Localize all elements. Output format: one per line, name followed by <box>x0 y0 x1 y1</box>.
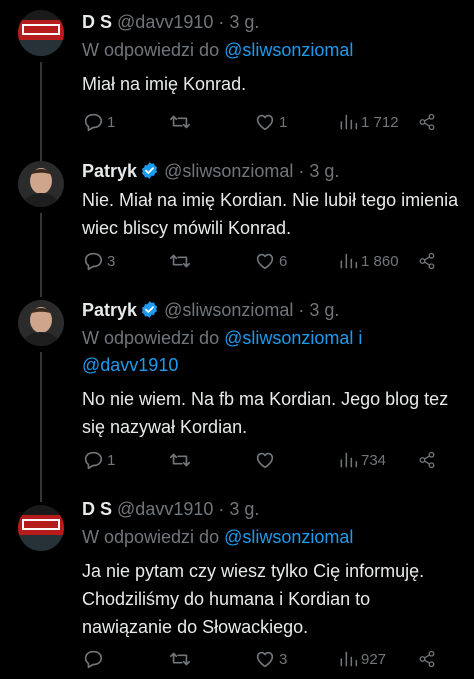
user-handle[interactable]: @sliwsonziomal <box>164 161 293 181</box>
timestamp[interactable]: 3 g. <box>229 12 259 32</box>
heart-icon <box>256 651 274 668</box>
tweet-text: Ja nie pytam czy wiesz tylko Cię informu… <box>82 561 425 637</box>
separator-dot: · <box>298 161 305 181</box>
tweet-actions: 3 6 1 860 <box>82 249 460 273</box>
retweet-icon <box>170 652 190 666</box>
views-button[interactable]: 1 712 <box>338 110 399 134</box>
share-icon <box>419 650 435 668</box>
avatar[interactable] <box>18 10 64 56</box>
tweet-header: Patryk @sliwsonziomal · 3 g. <box>82 298 460 322</box>
reply-button[interactable]: 1 <box>82 110 115 134</box>
tweet-header: Patryk @sliwsonziomal · 3 g. <box>82 159 460 183</box>
like-button[interactable]: 3 <box>254 647 287 671</box>
reply-button[interactable] <box>82 647 107 671</box>
mention-link[interactable]: @sliwsonziomal <box>224 328 353 348</box>
share-icon <box>419 113 435 131</box>
verified-badge-icon[interactable] <box>140 161 159 180</box>
reply-context: W odpowiedzi do @sliwsonziomal <box>82 37 460 64</box>
views-count: 927 <box>361 650 387 668</box>
heart-icon <box>256 452 274 469</box>
retweet-button[interactable] <box>168 647 195 671</box>
tweet-actions: 1 1 1 712 <box>82 110 460 134</box>
mention-link[interactable]: @sliwsonziomal <box>224 40 353 60</box>
mention-joiner: i <box>358 328 363 348</box>
tweet-actions: 3 927 <box>82 647 460 671</box>
retweet-icon <box>170 453 190 467</box>
retweet-icon <box>170 115 190 129</box>
heart-icon <box>256 253 274 270</box>
retweet-icon <box>170 254 190 268</box>
tweet-header: D S @davv1910 · 3 g. <box>82 10 460 34</box>
views-count: 1 860 <box>361 252 399 270</box>
mention-link[interactable]: @davv1910 <box>82 355 178 375</box>
display-name[interactable]: D S <box>82 12 112 32</box>
timestamp[interactable]: 3 g. <box>309 161 339 181</box>
display-name[interactable]: Patryk <box>82 300 137 320</box>
views-count: 734 <box>361 451 387 469</box>
reply-prefix: W odpowiedzi do <box>82 328 220 348</box>
user-handle[interactable]: @davv1910 <box>117 499 213 519</box>
views-count: 1 712 <box>361 113 399 131</box>
views-icon <box>340 651 358 667</box>
reply-context: W odpowiedzi do @sliwsonziomal i @davv19… <box>82 325 460 379</box>
views-button[interactable]: 927 <box>338 647 386 671</box>
timestamp[interactable]: 3 g. <box>229 499 259 519</box>
reply-context: W odpowiedzi do @sliwsonziomal <box>82 524 460 551</box>
reply-count: 1 <box>107 451 116 469</box>
display-name[interactable]: Patryk <box>82 161 137 181</box>
retweet-button[interactable] <box>168 249 195 273</box>
avatar[interactable] <box>18 300 64 346</box>
views-button[interactable]: 1 860 <box>338 249 399 273</box>
like-button[interactable] <box>254 448 279 472</box>
share-button[interactable] <box>418 647 436 671</box>
thread-line <box>40 352 42 502</box>
separator-dot: · <box>218 12 225 32</box>
like-button[interactable]: 1 <box>254 110 287 134</box>
reply-prefix: W odpowiedzi do <box>82 40 220 60</box>
like-button[interactable]: 6 <box>254 249 287 273</box>
reply-icon <box>84 650 103 669</box>
reply-icon <box>84 113 103 132</box>
share-button[interactable] <box>418 249 436 273</box>
reply-count: 3 <box>107 252 116 270</box>
display-name[interactable]: D S <box>82 499 112 519</box>
user-handle[interactable]: @sliwsonziomal <box>164 300 293 320</box>
views-icon <box>340 253 358 269</box>
like-count: 6 <box>279 252 288 270</box>
views-button[interactable]: 734 <box>338 448 386 472</box>
retweet-button[interactable] <box>168 448 195 472</box>
separator-dot: · <box>298 300 305 320</box>
reply-icon <box>84 451 103 470</box>
timestamp[interactable]: 3 g. <box>309 300 339 320</box>
share-button[interactable] <box>418 110 436 134</box>
thread-line <box>40 62 42 162</box>
tweet-actions: 1 734 <box>82 448 460 472</box>
tweet-header: D S @davv1910 · 3 g. <box>82 497 460 521</box>
share-icon <box>419 252 435 270</box>
like-count: 1 <box>279 113 288 131</box>
retweet-button[interactable] <box>168 110 195 134</box>
reply-button[interactable]: 1 <box>82 448 115 472</box>
reply-count: 1 <box>107 113 116 131</box>
heart-icon <box>256 114 274 131</box>
mention-link[interactable]: @sliwsonziomal <box>224 527 353 547</box>
views-icon <box>340 114 358 130</box>
tweet-text: Nie. Miał na imię Kordian. Nie lubił teg… <box>82 190 459 238</box>
avatar[interactable] <box>18 505 64 551</box>
separator-dot: · <box>218 499 225 519</box>
user-handle[interactable]: @davv1910 <box>117 12 213 32</box>
verified-badge-icon[interactable] <box>140 300 159 319</box>
reply-prefix: W odpowiedzi do <box>82 527 220 547</box>
tweet-text: Miał na imię Konrad. <box>82 74 247 94</box>
reply-button[interactable]: 3 <box>82 249 115 273</box>
reply-icon <box>84 252 103 271</box>
tweet-text: No nie wiem. Na fb ma Kordian. Jego blog… <box>82 389 449 437</box>
share-button[interactable] <box>418 448 436 472</box>
views-icon <box>340 452 358 468</box>
share-icon <box>419 451 435 469</box>
avatar[interactable] <box>18 161 64 207</box>
thread-line <box>40 213 42 297</box>
like-count: 3 <box>279 650 288 668</box>
